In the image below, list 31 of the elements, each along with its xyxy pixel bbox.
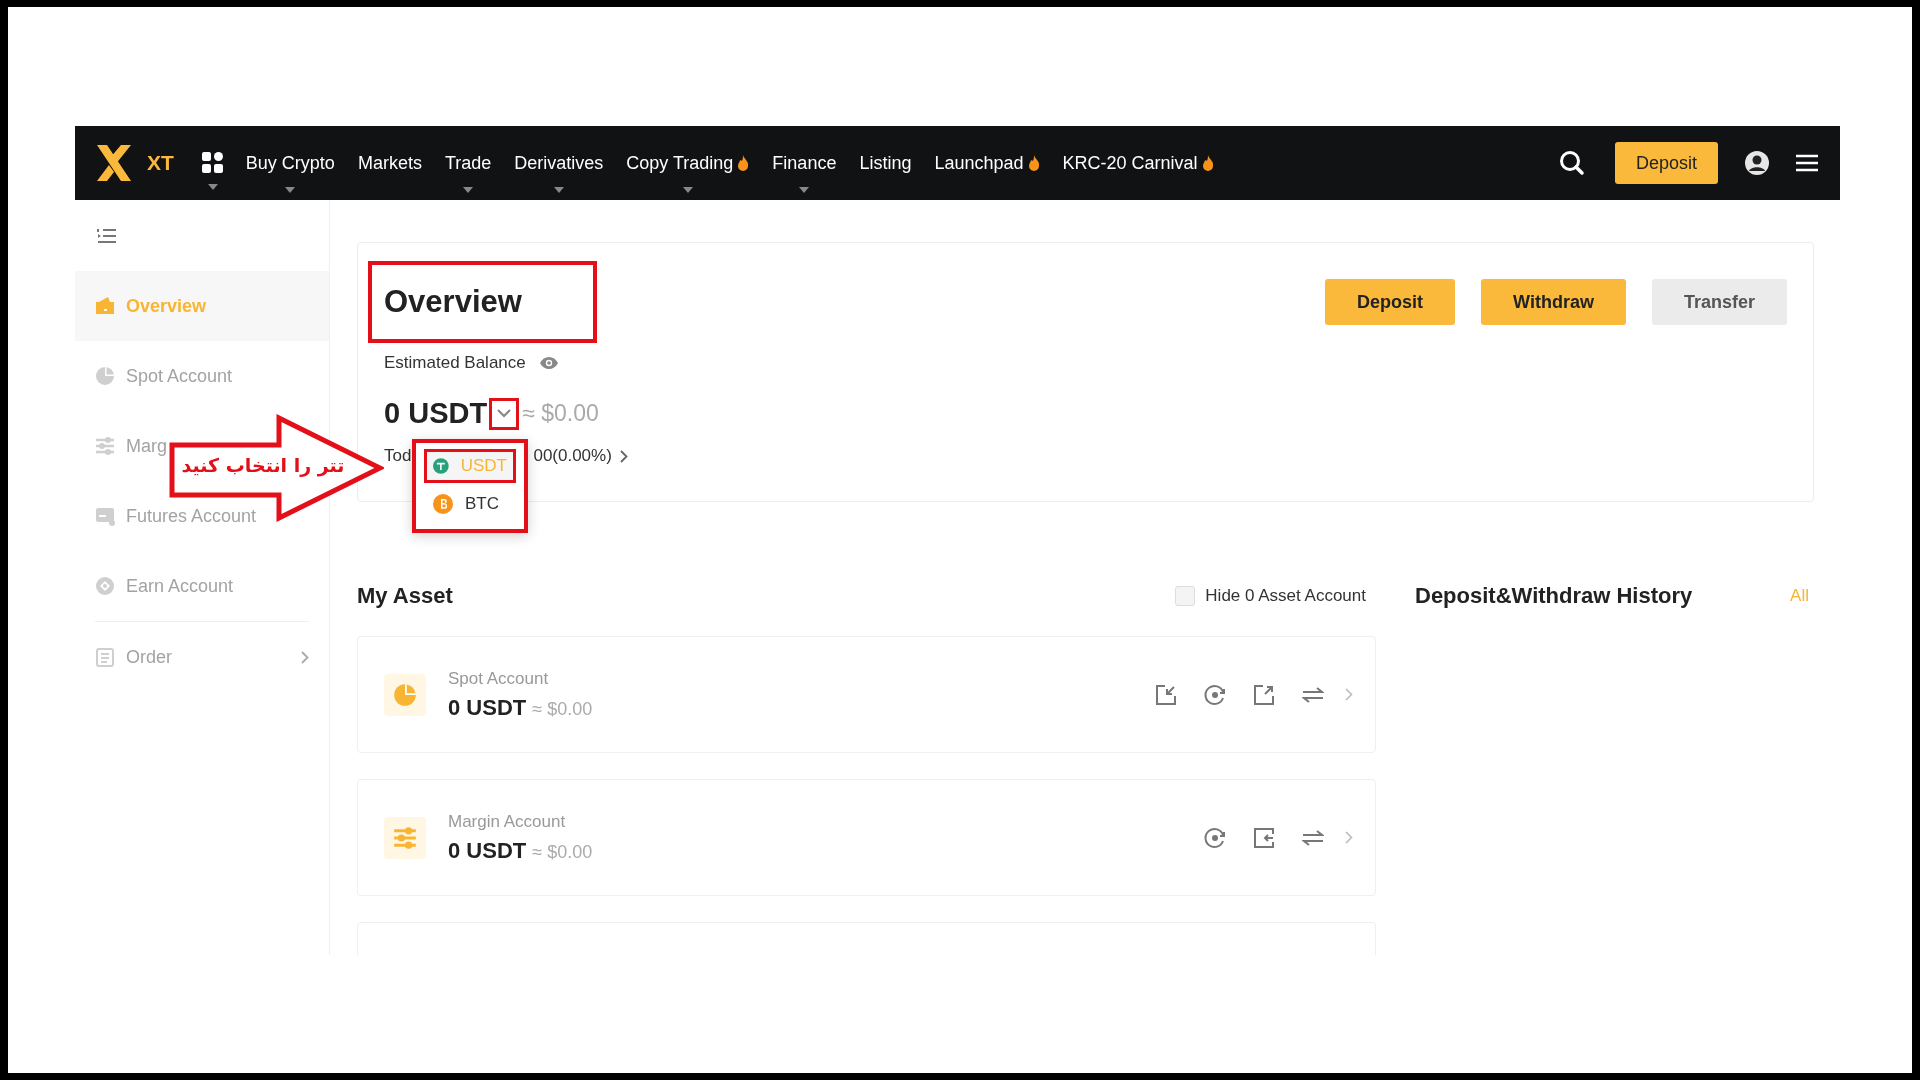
nav-link[interactable]: Buy Crypto — [245, 152, 335, 174]
balance-amount: 0 USDT — [384, 397, 488, 430]
account-amount: 0 USDT — [448, 694, 527, 721]
nav-link[interactable]: Listing — [859, 152, 912, 174]
balance-fiat: ≈ $0.00 — [522, 400, 599, 427]
transfer-button[interactable]: Transfer — [1651, 279, 1787, 325]
currency-option[interactable]: BTC — [424, 487, 516, 521]
account-name: Margin Account — [448, 811, 567, 832]
page-title: Overview — [384, 284, 522, 320]
section-title: My Asset — [357, 583, 453, 609]
account-name: Spot Account — [448, 668, 550, 689]
nav-link[interactable]: KRC-20 Carnival — [1062, 152, 1214, 174]
section-title: Deposit&Withdraw History — [1415, 583, 1693, 609]
account-fiat: ≈ $0.00 — [532, 698, 593, 720]
callout-text: تتر را انتخاب کنید — [180, 454, 346, 476]
pnl-value: 00(0.00%) — [533, 446, 612, 466]
nav-link[interactable]: Trade — [444, 152, 492, 174]
account-amount: 0 USDT — [448, 837, 527, 864]
checkbox-label: Hide 0 Asset Account — [1205, 586, 1366, 606]
nav-link[interactable]: Copy Trading — [626, 152, 750, 174]
nav-link[interactable]: Derivatives — [514, 152, 604, 174]
action-button[interactable]: Deposit — [1325, 279, 1456, 325]
nav-link[interactable]: Launchpad — [934, 152, 1040, 174]
action-button[interactable]: Withdraw — [1481, 279, 1626, 325]
nav-link[interactable]: Markets — [357, 152, 422, 174]
nav-link[interactable]: Finance — [772, 152, 837, 174]
deposit-button[interactable]: Deposit — [1614, 142, 1718, 184]
pnl-label: Tod — [384, 446, 412, 466]
logo-text[interactable]: XT — [147, 151, 174, 175]
account-fiat: ≈ $0.00 — [532, 841, 593, 863]
balance-label: Estimated Balance — [384, 353, 526, 373]
